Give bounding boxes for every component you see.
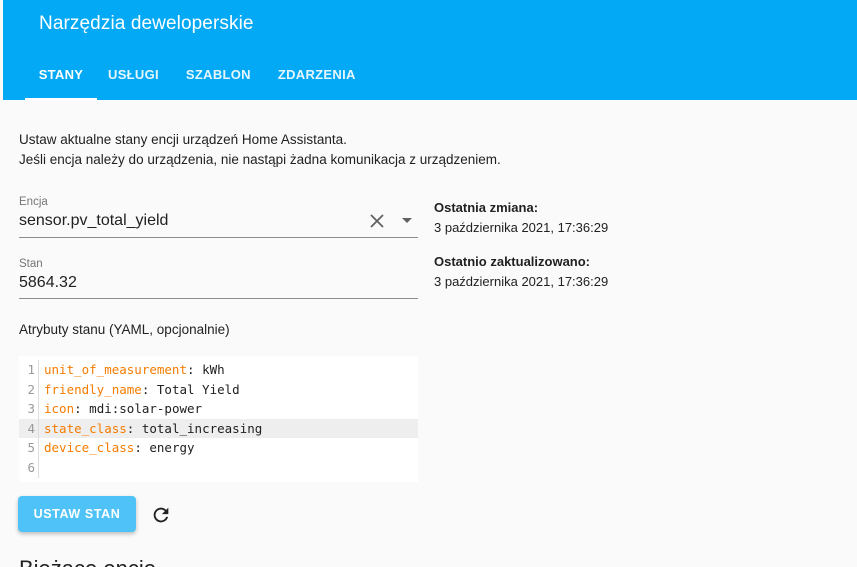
line-number: 6 bbox=[19, 457, 39, 478]
yaml-key: device_class bbox=[44, 440, 135, 456]
refresh-icon[interactable] bbox=[150, 504, 172, 526]
line-number: 1 bbox=[19, 360, 39, 380]
last-changed-value: 3 października 2021, 17:36:29 bbox=[434, 220, 609, 235]
last-changed-label: Ostatnia zmiana: bbox=[434, 200, 539, 215]
code-line: 6 bbox=[19, 457, 418, 478]
code-line-active: 4 state_class: total_increasing bbox=[19, 418, 418, 439]
yaml-value: total_increasing bbox=[141, 420, 263, 436]
yaml-key: unit_of_measurement bbox=[44, 362, 187, 377]
yaml-value: kWh bbox=[202, 362, 225, 377]
yaml-value: mdi:solar-power bbox=[89, 401, 203, 417]
state-field[interactable]: Stan 5864.32 bbox=[19, 258, 418, 299]
page-title: Narzędzia deweloperskie bbox=[39, 13, 254, 34]
yaml-sep: : bbox=[187, 362, 203, 377]
yaml-sep: : bbox=[74, 401, 90, 417]
line-number: 2 bbox=[19, 379, 39, 400]
code-line: 2 friendly_name: Total Yield bbox=[19, 379, 418, 400]
code-text: friendly_name: Total Yield bbox=[44, 380, 240, 400]
app-header: Narzędzia deweloperskie STANY USŁUGI SZA… bbox=[3, 0, 857, 100]
tab-bar: STANY USŁUGI SZABLON ZDARZENIA bbox=[25, 54, 356, 100]
yaml-sep: : bbox=[141, 381, 157, 397]
yaml-value: Total Yield bbox=[156, 381, 240, 397]
tab-events-label: ZDARZENIA bbox=[277, 67, 356, 82]
code-line: 5 device_class: energy bbox=[19, 438, 418, 458]
entity-label: Encja bbox=[19, 196, 48, 208]
intro-text: Ustaw aktualne stany encji urządzeń Home… bbox=[19, 130, 501, 170]
yaml-sep: : bbox=[134, 440, 150, 456]
code-text: unit_of_measurement: kWh bbox=[44, 360, 225, 380]
tab-states[interactable]: STANY bbox=[25, 54, 97, 100]
yaml-editor[interactable]: 1 unit_of_measurement: kWh 2 friendly_na… bbox=[19, 356, 418, 482]
tab-template[interactable]: SZABLON bbox=[186, 54, 251, 100]
tab-services-label: USŁUGI bbox=[108, 67, 159, 82]
yaml-key: friendly_name bbox=[44, 381, 142, 397]
yaml-value: energy bbox=[149, 440, 195, 456]
intro-line-1: Ustaw aktualne stany encji urządzeń Home… bbox=[19, 132, 347, 147]
yaml-sep: : bbox=[126, 420, 142, 436]
code-line: 3 icon: mdi:solar-power bbox=[19, 399, 418, 419]
current-entities-heading: Bieżące encje bbox=[19, 556, 156, 567]
code-text: state_class: total_increasing bbox=[44, 419, 262, 439]
entity-input[interactable]: sensor.pv_total_yield bbox=[19, 212, 418, 230]
yaml-key: icon bbox=[44, 401, 75, 417]
dropdown-arrow-icon[interactable] bbox=[400, 216, 414, 226]
line-number: 3 bbox=[19, 399, 39, 419]
last-changed-info: Ostatnia zmiana: 3 października 2021, 17… bbox=[434, 200, 608, 235]
code-text: device_class: energy bbox=[44, 438, 195, 458]
developer-tools-page: Narzędzia deweloperskie STANY USŁUGI SZA… bbox=[3, 0, 857, 567]
tab-template-label: SZABLON bbox=[185, 67, 251, 82]
tab-services[interactable]: USŁUGI bbox=[108, 54, 159, 100]
state-input[interactable]: 5864.32 bbox=[19, 274, 418, 292]
code-line: 1 unit_of_measurement: kWh bbox=[19, 360, 418, 380]
state-label: Stan bbox=[19, 258, 43, 270]
last-updated-info: Ostatnio zaktualizowano: 3 października … bbox=[434, 254, 608, 289]
tab-states-label: STANY bbox=[38, 67, 84, 82]
set-state-button[interactable]: USTAW STAN bbox=[18, 496, 136, 532]
attributes-label: Atrybuty stanu (YAML, opcjonalnie) bbox=[19, 322, 230, 337]
line-number: 5 bbox=[19, 438, 39, 458]
line-number: 4 bbox=[19, 418, 39, 439]
clear-icon[interactable] bbox=[368, 212, 386, 230]
active-tab-indicator bbox=[25, 98, 97, 100]
tab-events[interactable]: ZDARZENIA bbox=[278, 54, 356, 100]
last-updated-label: Ostatnio zaktualizowano: bbox=[434, 254, 591, 269]
yaml-key: state_class bbox=[44, 420, 127, 436]
intro-line-2: Jeśli encja należy do urządzenia, nie na… bbox=[19, 152, 501, 167]
last-updated-value: 3 października 2021, 17:36:29 bbox=[434, 274, 609, 289]
entity-picker[interactable]: Encja sensor.pv_total_yield bbox=[19, 196, 418, 238]
code-text: icon: mdi:solar-power bbox=[44, 399, 202, 419]
